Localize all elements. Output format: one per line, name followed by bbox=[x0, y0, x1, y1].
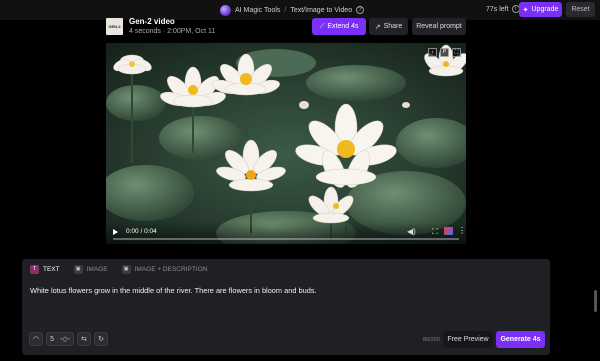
tab-image[interactable]: ▣ IMAGE bbox=[73, 263, 108, 275]
more-options-icon[interactable]: ⋮ bbox=[458, 226, 466, 235]
share-icon: ↗ bbox=[374, 23, 381, 31]
extend-button[interactable]: ⟋ Extend 4s bbox=[312, 18, 366, 35]
expand-icon[interactable]: ⛶ bbox=[452, 48, 461, 57]
video-controls: 0:00 / 0:04 ◀) ⛶ ⋮ bbox=[106, 222, 466, 244]
top-bar: AI Magic Tools / Text/Image to Video ? 7… bbox=[0, 0, 600, 20]
text-icon: T bbox=[30, 264, 39, 274]
fullscreen-icon[interactable]: ⛶ bbox=[432, 227, 438, 237]
pin-icon[interactable]: P bbox=[440, 48, 449, 57]
share-label: Share bbox=[383, 23, 403, 30]
reveal-prompt-button[interactable]: Reveal prompt bbox=[412, 18, 466, 35]
breadcrumb: AI Magic Tools / Text/Image to Video ? bbox=[220, 4, 365, 16]
sliders-icon: ⇆ bbox=[81, 336, 87, 343]
prompt-panel: T TEXT ▣ IMAGE ▣ IMAGE + DESCRIPTION Whi… bbox=[22, 259, 550, 355]
upgrade-label: Upgrade bbox=[531, 6, 559, 13]
gauge-icon: ◠ bbox=[33, 336, 40, 343]
help-icon[interactable]: ? bbox=[356, 6, 365, 14]
share-button[interactable]: ↗ Share bbox=[369, 18, 408, 35]
seed-control[interactable]: 5 -◇- bbox=[46, 332, 75, 346]
video-time: 0:00 / 0:04 bbox=[126, 228, 157, 235]
video-frame bbox=[106, 43, 466, 244]
speed-gauge-button[interactable]: ◠ bbox=[29, 332, 44, 346]
tab-image-description[interactable]: ▣ IMAGE + DESCRIPTION bbox=[121, 263, 208, 275]
video-meta: 4 seconds · 2:00PM, Oct 11 bbox=[129, 28, 216, 35]
sparkle-icon: ✦ bbox=[522, 6, 529, 14]
seed-stepper-icon: -◇- bbox=[60, 336, 71, 343]
breadcrumb-separator: / bbox=[284, 6, 287, 14]
tab-image-description-label: IMAGE + DESCRIPTION bbox=[134, 265, 208, 273]
input-mode-tabs: T TEXT ▣ IMAGE ▣ IMAGE + DESCRIPTION bbox=[30, 263, 221, 275]
reset-button[interactable]: Reset bbox=[566, 2, 595, 17]
extend-label: Extend 4s bbox=[327, 23, 359, 30]
volume-icon[interactable]: ◀) bbox=[407, 227, 416, 236]
generation-settings: ◠ 5 -◇- ⇆ ↻ bbox=[29, 332, 109, 346]
prompt-input[interactable]: White lotus flowers grow in the middle o… bbox=[30, 286, 317, 295]
credits-indicator: 77s left i bbox=[486, 5, 520, 13]
download-icon[interactable]: ↓ bbox=[428, 48, 437, 57]
history-button[interactable]: ↻ bbox=[94, 332, 109, 346]
video-player[interactable]: ↓ P ⛶ 0:00 / 0:04 ◀) ⛶ ⋮ bbox=[106, 43, 466, 244]
video-title: Gen-2 video bbox=[129, 17, 175, 26]
image-icon: ▣ bbox=[121, 264, 131, 274]
video-progress-bar[interactable] bbox=[113, 238, 459, 240]
workspace-avatar[interactable] bbox=[220, 4, 231, 16]
picture-in-picture-icon[interactable] bbox=[444, 227, 453, 235]
seed-value: 5 bbox=[50, 335, 55, 343]
upgrade-button[interactable]: ✦ Upgrade bbox=[519, 2, 562, 17]
page-scrollbar[interactable] bbox=[594, 290, 597, 312]
tab-text-label: TEXT bbox=[43, 265, 60, 273]
character-counter: 89/320 bbox=[423, 337, 440, 343]
wand-icon: ⟋ bbox=[319, 22, 325, 30]
play-icon[interactable] bbox=[113, 229, 118, 235]
breadcrumb-app[interactable]: AI Magic Tools bbox=[235, 7, 280, 14]
image-icon: ▣ bbox=[73, 264, 83, 274]
settings-sliders-button[interactable]: ⇆ bbox=[77, 332, 92, 346]
credits-text: 77s left bbox=[486, 5, 509, 13]
tab-image-label: IMAGE bbox=[86, 265, 108, 273]
tab-text[interactable]: T TEXT bbox=[30, 263, 60, 275]
video-thumbnail: GEN-2 bbox=[106, 18, 123, 35]
generate-button[interactable]: Generate 4s bbox=[496, 331, 545, 348]
free-preview-button[interactable]: Free Preview bbox=[443, 331, 493, 348]
breadcrumb-page: Text/Image to Video bbox=[290, 6, 353, 14]
history-icon: ↻ bbox=[98, 336, 104, 343]
